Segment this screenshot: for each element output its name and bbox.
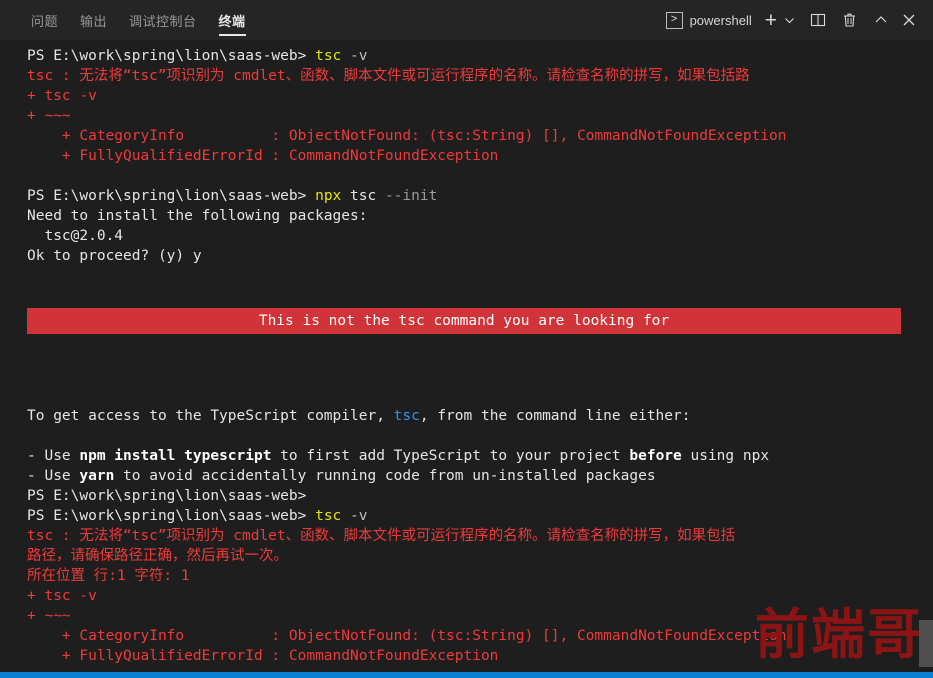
- tab-problems[interactable]: 问题: [20, 0, 69, 40]
- terminal-text: PS E:\work\spring\lion\saas-web>: [27, 48, 316, 64]
- terminal-text: 所在位置 行:1 字符: 1: [27, 568, 190, 584]
- tab-terminal[interactable]: 终端: [208, 0, 257, 40]
- terminal-text: yarn: [79, 468, 115, 484]
- terminal-text: tsc: [315, 508, 342, 524]
- terminal-text: Need to install the following packages:: [27, 208, 368, 224]
- terminal-text: + CategoryInfo : ObjectNotFound: (tsc:St…: [27, 128, 787, 144]
- new-terminal-icon[interactable]: +: [760, 7, 782, 33]
- tsc-warning-banner: This is not the tsc command you are look…: [27, 308, 901, 334]
- terminal-line: tsc : 无法将“tsc”项识别为 cmdlet、函数、脚本文件或可运行程序的…: [27, 66, 933, 86]
- terminal-text: + ~~~: [27, 108, 71, 124]
- terminal-text: 路径，请确保路径正确，然后再试一次。: [27, 548, 288, 564]
- terminal-selector-label: powershell: [689, 12, 752, 28]
- terminal-line: 所在位置 行:1 字符: 1: [27, 566, 933, 586]
- terminal-line: Need to install the following packages:: [27, 206, 933, 226]
- terminal-text: + tsc -v: [27, 588, 97, 604]
- terminal-line: PS E:\work\spring\lion\saas-web>: [27, 486, 933, 506]
- split-terminal-icon[interactable]: [803, 7, 833, 33]
- status-bar[interactable]: [0, 672, 933, 678]
- terminal-line: - Use yarn to avoid accidentally running…: [27, 466, 933, 486]
- terminal-text: + FullyQualifiedErrorId : CommandNotFoun…: [27, 148, 499, 164]
- panel-header: 问题 输出 调试控制台 终端 > powershell +: [0, 0, 933, 40]
- terminal-text: tsc: [341, 188, 377, 204]
- terminal-line: tsc@2.0.4: [27, 226, 933, 246]
- tab-debug-console-label: 调试控制台: [129, 13, 197, 29]
- tsc-warning-banner-text: This is not the tsc command you are look…: [258, 313, 670, 329]
- terminal-text: --init: [376, 188, 438, 204]
- panel-actions: > powershell +: [664, 0, 923, 40]
- terminal-text: tsc: [315, 48, 342, 64]
- terminal-text: + CategoryInfo : ObjectNotFound: (tsc:St…: [27, 628, 787, 644]
- tab-terminal-label: 终端: [218, 13, 246, 29]
- close-panel-icon[interactable]: [898, 7, 923, 33]
- terminal-text: using npx: [681, 448, 770, 464]
- tab-debug-console[interactable]: 调试控制台: [118, 0, 208, 40]
- terminal-text: npx: [315, 188, 342, 204]
- terminal-text: npm install typescript: [79, 448, 272, 464]
- terminal-text: before: [629, 448, 682, 464]
- terminal-line: PS E:\work\spring\lion\saas-web> tsc -v: [27, 506, 933, 526]
- terminal-text: Ok to proceed? (y) y: [27, 248, 202, 264]
- terminal-line: + FullyQualifiedErrorId : CommandNotFoun…: [27, 146, 933, 166]
- terminal-text: + FullyQualifiedErrorId : CommandNotFoun…: [27, 648, 499, 664]
- maximize-panel-icon[interactable]: [866, 7, 896, 33]
- terminal-text: tsc : 无法将“tsc”项识别为 cmdlet、函数、脚本文件或可运行程序的…: [27, 68, 750, 84]
- chevron-down-icon[interactable]: [784, 7, 801, 33]
- terminal-line: PS E:\work\spring\lion\saas-web> tsc -v: [27, 46, 933, 66]
- terminal-text: to avoid accidentally running code from …: [114, 468, 656, 484]
- terminal-line: + CategoryInfo : ObjectNotFound: (tsc:St…: [27, 626, 933, 646]
- terminal-line: + FullyQualifiedErrorId : CommandNotFoun…: [27, 646, 933, 666]
- terminal-text: + tsc -v: [27, 88, 97, 104]
- terminal-scrollbar-thumb[interactable]: [919, 620, 933, 667]
- panel-tab-list: 问题 输出 调试控制台 终端: [0, 0, 257, 40]
- tab-problems-label: 问题: [31, 13, 59, 29]
- terminal-line: + tsc -v: [27, 586, 933, 606]
- terminal-text: + ~~~: [27, 608, 71, 624]
- terminal-line: + CategoryInfo : ObjectNotFound: (tsc:St…: [27, 126, 933, 146]
- terminal-text: -v: [341, 48, 368, 64]
- terminal-text: - Use: [27, 468, 80, 484]
- terminal-text: to first add TypeScript to your project: [271, 448, 630, 464]
- terminal-text: tsc: [393, 408, 420, 424]
- terminal-text: PS E:\work\spring\lion\saas-web>: [27, 188, 316, 204]
- terminal-line: - Use npm install typescript to first ad…: [27, 446, 933, 466]
- terminal-text: PS E:\work\spring\lion\saas-web>: [27, 488, 307, 504]
- terminal-prompt-icon: >: [665, 11, 683, 29]
- terminal-line: + tsc -v: [27, 86, 933, 106]
- terminal-text: To get access to the TypeScript compiler…: [27, 408, 394, 424]
- terminal-text: -v: [341, 508, 368, 524]
- terminal-output[interactable]: PS E:\work\spring\lion\saas-web> tsc -v t…: [0, 40, 933, 672]
- terminal-line: + ~~~: [27, 606, 933, 626]
- terminal-text: , from the command line either:: [419, 408, 691, 424]
- terminal-selector[interactable]: > powershell: [664, 7, 758, 33]
- terminal-line: To get access to the TypeScript compiler…: [27, 406, 933, 426]
- terminal-line: + ~~~: [27, 106, 933, 126]
- kill-terminal-icon[interactable]: [835, 7, 864, 33]
- terminal-text: tsc@2.0.4: [27, 228, 124, 244]
- terminal-line: tsc : 无法将“tsc”项识别为 cmdlet、函数、脚本文件或可运行程序的…: [27, 526, 933, 546]
- terminal-line: PS E:\work\spring\lion\saas-web> npx tsc…: [27, 186, 933, 206]
- terminal-text: PS E:\work\spring\lion\saas-web>: [27, 508, 316, 524]
- tab-output[interactable]: 输出: [69, 0, 118, 40]
- tab-output-label: 输出: [80, 13, 108, 29]
- terminal-text: - Use: [27, 448, 80, 464]
- terminal-line: Ok to proceed? (y) y: [27, 246, 933, 266]
- terminal-text: tsc : 无法将“tsc”项识别为 cmdlet、函数、脚本文件或可运行程序的…: [27, 528, 736, 544]
- terminal-line: 路径，请确保路径正确，然后再试一次。: [27, 546, 933, 566]
